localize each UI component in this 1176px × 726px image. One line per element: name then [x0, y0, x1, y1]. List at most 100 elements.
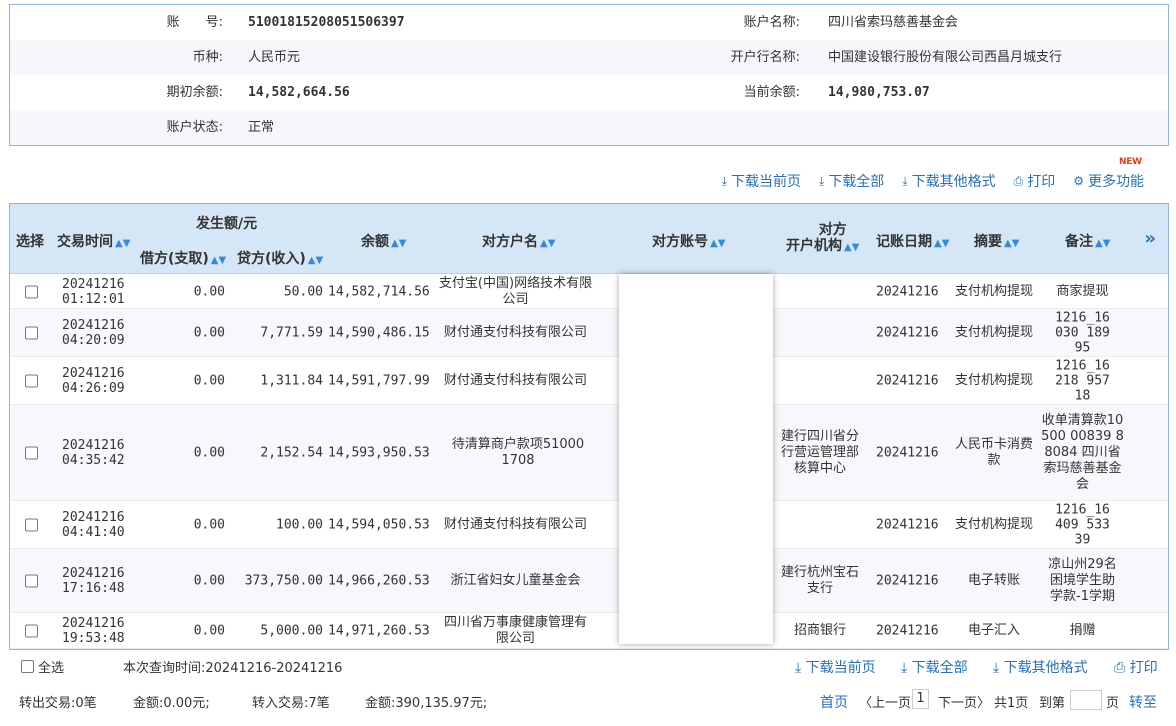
sort-icon[interactable]: ▲▼	[115, 238, 130, 249]
txn-date-text: 20241216	[62, 437, 125, 453]
table-header: 选择 交易时间 ▲▼ 发生额/元 借方(支取) ▲▼ 贷方(收入) ▲▼ 余额 ▲▼ 对…	[10, 204, 1168, 274]
sort-icon[interactable]: ▲▼	[1095, 238, 1110, 249]
summary-pagination-bar: 转出交易:0笔 金额:0.00元; 转入交易:7笔 金额:390,135.97元…	[9, 688, 1169, 714]
balance-amount: 14,582,714.56	[328, 284, 430, 299]
current-balance-value: 14,980,753.07	[828, 85, 930, 100]
col-party-account[interactable]: 对方账号 ▲▼	[652, 231, 725, 251]
goto-page-input[interactable]	[1070, 690, 1102, 710]
txn-date-text: 20241216	[62, 615, 125, 631]
printer-icon: ⎙	[1013, 173, 1024, 188]
footer-download-all-button[interactable]: ⤓ 下载全部	[901, 657, 968, 677]
page-unit-label: 页	[1106, 696, 1120, 711]
txn-time: 20241216 04:41:40	[62, 509, 125, 540]
row-checkbox[interactable]	[25, 518, 38, 531]
download-icon: ⤓	[721, 173, 727, 188]
download-icon: ⤓	[993, 660, 1004, 676]
first-page-link[interactable]: 首页	[820, 692, 848, 712]
row-checkbox[interactable]	[25, 624, 38, 637]
row-checkbox[interactable]	[25, 374, 38, 387]
download-all-button[interactable]: ⤓ 下载全部	[819, 171, 884, 191]
table-row: 20241216 04:35:42 0.00 2,152.54 14,593,95…	[10, 405, 1168, 501]
current-balance-label: 当前余额:	[743, 85, 800, 100]
col-balance[interactable]: 余额 ▲▼	[361, 231, 406, 251]
sort-icon[interactable]: ▲▼	[934, 238, 949, 249]
expand-columns-icon[interactable]: »	[1144, 228, 1156, 249]
remark: 捐赠	[1069, 622, 1096, 638]
prev-page-link[interactable]: 〈上一页	[859, 692, 911, 711]
row-checkbox[interactable]	[25, 285, 38, 298]
debit-amount: 0.00	[193, 284, 225, 299]
footer-download-page-button[interactable]: ⤓ 下载当前页	[795, 657, 876, 677]
row-checkbox[interactable]	[25, 326, 38, 339]
footer-print-button[interactable]: ⎙ 打印	[1114, 657, 1158, 677]
sort-icon[interactable]: ▲▼	[308, 255, 323, 266]
txn-time: 20241216 19:53:48	[62, 615, 125, 646]
credit-amount: 5,000.00	[260, 623, 323, 638]
print-button[interactable]: ⎙ 打印	[1014, 171, 1056, 191]
select-all-toggle[interactable]: 全选	[21, 657, 64, 676]
party-name: 财付通支付科技有限公司	[443, 372, 587, 388]
sort-icon[interactable]: ▲▼	[211, 255, 226, 266]
row-checkbox[interactable]	[25, 574, 38, 587]
col-summary[interactable]: 摘要 ▲▼	[974, 231, 1019, 251]
sort-icon[interactable]: ▲▼	[844, 242, 859, 253]
download-other-label: 下载其他格式	[911, 174, 996, 190]
txn-date-text: 20241216	[62, 317, 125, 333]
sort-icon[interactable]: ▲▼	[1004, 238, 1019, 249]
party-org: 建行四川省分行营运管理部核算中心	[780, 428, 859, 476]
goto-page-box[interactable]	[1070, 690, 1102, 710]
col-debit[interactable]: 借方(支取) ▲▼	[140, 248, 226, 268]
info-row-account: 账 号: 51001815208051506397 账户名称: 四川省索玛慈善基…	[10, 5, 1168, 40]
table-row: 20241216 19:53:48 0.00 5,000.00 14,971,26…	[10, 613, 1168, 649]
footer-download-other-button[interactable]: ⤓ 下载其他格式	[993, 657, 1088, 677]
jump-button[interactable]: 转至	[1129, 692, 1157, 712]
post-date: 20241216	[876, 325, 939, 340]
goto-label: 到第	[1039, 696, 1066, 711]
summary: 支付机构提现	[955, 516, 1034, 532]
sort-icon[interactable]: ▲▼	[540, 238, 555, 249]
next-page-link[interactable]: 下一页〉	[938, 692, 990, 711]
sort-icon[interactable]: ▲▼	[710, 238, 725, 249]
balance-amount: 14,966,260.53	[328, 573, 430, 588]
col-party-org[interactable]: 对方 开户机构 ▲▼	[786, 222, 859, 256]
txn-date-text: 20241216	[62, 509, 125, 525]
post-date: 20241216	[876, 284, 939, 299]
download-all-label: 下载全部	[828, 174, 885, 190]
txn-clock-text: 04:26:09	[62, 380, 125, 396]
col-time-label: 交易时间	[57, 234, 113, 250]
remark: 1216_16409 53339	[1055, 502, 1110, 547]
col-credit-label: 贷方(收入)	[237, 251, 306, 267]
col-party-name[interactable]: 对方户名 ▲▼	[482, 231, 555, 251]
party-name: 待清算商户款项510001708	[451, 436, 585, 468]
remark: 1216_16218 95718	[1055, 358, 1110, 403]
txn-date-text: 20241216	[62, 276, 125, 292]
col-debit-label: 借方(支取)	[140, 251, 209, 267]
download-page-button[interactable]: ⤓ 下载当前页	[722, 171, 801, 191]
download-other-format-button[interactable]: ⤓ 下载其他格式	[902, 171, 995, 191]
more-functions-button[interactable]: ⚙ 更多功能	[1073, 171, 1144, 191]
debit-amount: 0.00	[193, 325, 225, 340]
select-all-checkbox[interactable]	[21, 660, 34, 673]
out-transactions: 转出交易:0笔	[19, 696, 97, 711]
col-post-date-label: 记账日期	[876, 234, 932, 250]
col-credit[interactable]: 贷方(收入) ▲▼	[237, 248, 323, 268]
opening-balance-label: 期初余额:	[166, 85, 223, 100]
bank-name-value: 中国建设银行股份有限公司西昌月城支行	[828, 50, 1063, 65]
col-balance-label: 余额	[361, 234, 389, 250]
col-remark[interactable]: 备注 ▲▼	[1065, 231, 1110, 251]
account-name-value: 四川省索玛慈善基金会	[828, 15, 959, 30]
col-time[interactable]: 交易时间 ▲▼	[57, 231, 130, 251]
credit-amount: 373,750.00	[244, 573, 323, 588]
download-page-label: 下载当前页	[731, 174, 801, 190]
txn-clock-text: 19:53:48	[62, 630, 125, 646]
balance-amount: 14,591,797.99	[328, 373, 430, 388]
col-post-date[interactable]: 记账日期 ▲▼	[876, 231, 949, 251]
balance-amount: 14,593,950.53	[328, 445, 430, 460]
post-date: 20241216	[876, 573, 939, 588]
new-badge: NEW	[1119, 157, 1142, 167]
footer-download-other-label: 下载其他格式	[1003, 660, 1088, 676]
total-pages: 共1页	[994, 696, 1029, 711]
row-checkbox[interactable]	[25, 446, 38, 459]
download-icon: ⤓	[795, 660, 806, 676]
sort-icon[interactable]: ▲▼	[391, 238, 406, 249]
